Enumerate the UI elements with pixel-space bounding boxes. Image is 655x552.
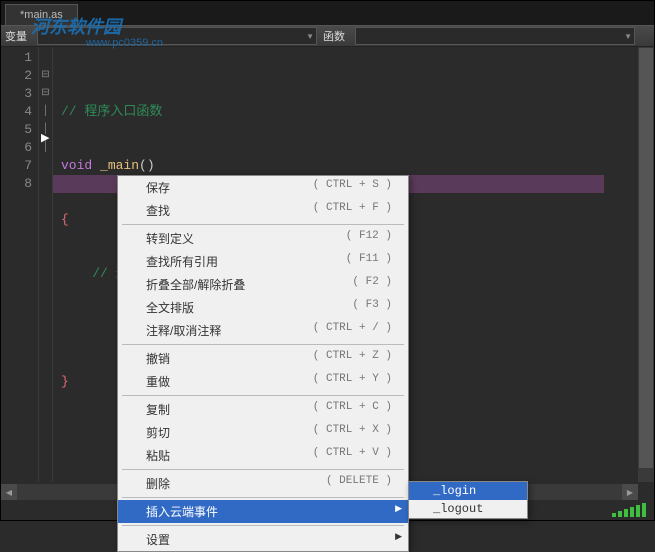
line-number: 2: [1, 67, 32, 85]
tab-main[interactable]: *main.as: [5, 4, 78, 25]
chevron-down-icon: ▼: [624, 32, 632, 41]
menu-undo[interactable]: 撤销( CTRL + Z ): [118, 347, 408, 370]
menu-goto-definition[interactable]: 转到定义( F12 ): [118, 227, 408, 250]
fold-toggle-icon[interactable]: ⊟: [39, 67, 52, 85]
menu-copy[interactable]: 复制( CTRL + C ): [118, 398, 408, 421]
menu-save[interactable]: 保存( CTRL + S ): [118, 176, 408, 199]
line-number: 5: [1, 121, 32, 139]
menu-paste[interactable]: 粘贴( CTRL + V ): [118, 444, 408, 467]
menu-separator: [122, 497, 404, 498]
fold-toggle-icon[interactable]: ⊟: [39, 85, 52, 103]
menu-separator: [122, 395, 404, 396]
vertical-scrollbar[interactable]: [638, 47, 654, 482]
scroll-left-icon[interactable]: ◀: [1, 484, 17, 500]
code-function: _main: [92, 158, 139, 173]
code-keyword: void: [61, 158, 92, 173]
tab-bar: *main.as: [1, 1, 654, 25]
menu-fold-toggle[interactable]: 折叠全部/解除折叠( F2 ): [118, 273, 408, 296]
menu-separator: [122, 224, 404, 225]
menu-delete[interactable]: 删除( DELETE ): [118, 472, 408, 495]
menu-find[interactable]: 查找( CTRL + F ): [118, 199, 408, 222]
line-number-gutter: 1 2 3 4 5 6 7 8: [1, 47, 39, 482]
menu-redo[interactable]: 重做( CTRL + Y ): [118, 370, 408, 393]
menu-toggle-comment[interactable]: 注释/取消注释( CTRL + / ): [118, 319, 408, 342]
menu-separator: [122, 469, 404, 470]
variable-label: 变量: [5, 28, 29, 44]
line-number: 6: [1, 139, 32, 157]
submenu-arrow-icon: ▶: [395, 531, 402, 542]
submenu-arrow-icon: ▶: [395, 503, 402, 514]
fold-gutter: ⊟ ⊟ │ │ │: [39, 47, 53, 482]
code-brace: }: [61, 374, 69, 389]
variable-dropdown[interactable]: ▼: [37, 27, 317, 45]
function-dropdown[interactable]: ▼: [355, 27, 635, 45]
line-number: 4: [1, 103, 32, 121]
scroll-right-icon[interactable]: ▶: [622, 484, 638, 500]
line-number: 1: [1, 49, 32, 67]
function-label: 函数: [323, 28, 347, 44]
menu-settings[interactable]: 设置▶: [118, 528, 408, 551]
scrollbar-thumb[interactable]: [639, 48, 653, 468]
chevron-down-icon: ▼: [306, 32, 314, 41]
context-menu: 保存( CTRL + S ) 查找( CTRL + F ) 转到定义( F12 …: [117, 175, 409, 552]
submenu-logout[interactable]: _logout: [409, 500, 527, 518]
menu-separator: [122, 525, 404, 526]
menu-insert-cloud-event[interactable]: 插入云端事件▶: [118, 500, 408, 523]
line-number: 3: [1, 85, 32, 103]
submenu-login[interactable]: _login: [409, 482, 527, 500]
menu-format[interactable]: 全文排版( F3 ): [118, 296, 408, 319]
cursor-arrow-icon: ▶: [41, 131, 49, 144]
editor-toolbar: 变量 ▼ 函数 ▼: [1, 25, 654, 47]
signal-strength-icon: [612, 503, 646, 517]
code-comment: // 程序入口函数: [61, 104, 162, 119]
menu-find-references[interactable]: 查找所有引用( F11 ): [118, 250, 408, 273]
code-brace: {: [61, 212, 69, 227]
menu-separator: [122, 344, 404, 345]
line-number: 8: [1, 175, 32, 193]
line-number: 7: [1, 157, 32, 175]
cloud-event-submenu: _login _logout: [408, 481, 528, 519]
menu-cut[interactable]: 剪切( CTRL + X ): [118, 421, 408, 444]
